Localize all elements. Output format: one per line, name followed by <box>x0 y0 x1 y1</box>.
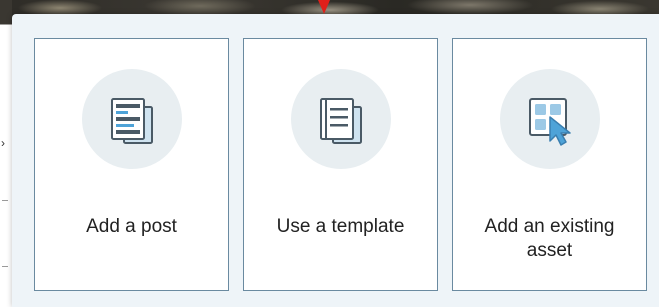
background-page-edge <box>0 0 12 307</box>
use-template-option[interactable]: Use a template <box>243 38 438 291</box>
left-edge-divider <box>2 200 8 201</box>
post-document-icon-graphic <box>110 98 153 144</box>
asset-grid-pointer-icon <box>499 69 600 169</box>
use-template-label: Use a template <box>276 216 405 237</box>
popup-pointer-arrow <box>318 0 330 14</box>
add-post-option[interactable]: Add a post <box>34 38 229 291</box>
post-document-icon <box>81 69 182 169</box>
asset-grid-pointer-icon-graphic <box>528 98 571 146</box>
left-edge-divider <box>2 266 8 267</box>
add-existing-asset-label: Add an existing asset <box>484 216 615 261</box>
page: › Add a post Use a template Add an exist… <box>0 0 659 307</box>
template-document-icon <box>290 69 391 169</box>
add-existing-asset-option[interactable]: Add an existing asset <box>452 38 647 291</box>
template-document-icon-graphic <box>319 98 362 144</box>
add-post-label: Add a post <box>86 216 177 237</box>
left-edge-glyph: › <box>1 136 5 150</box>
